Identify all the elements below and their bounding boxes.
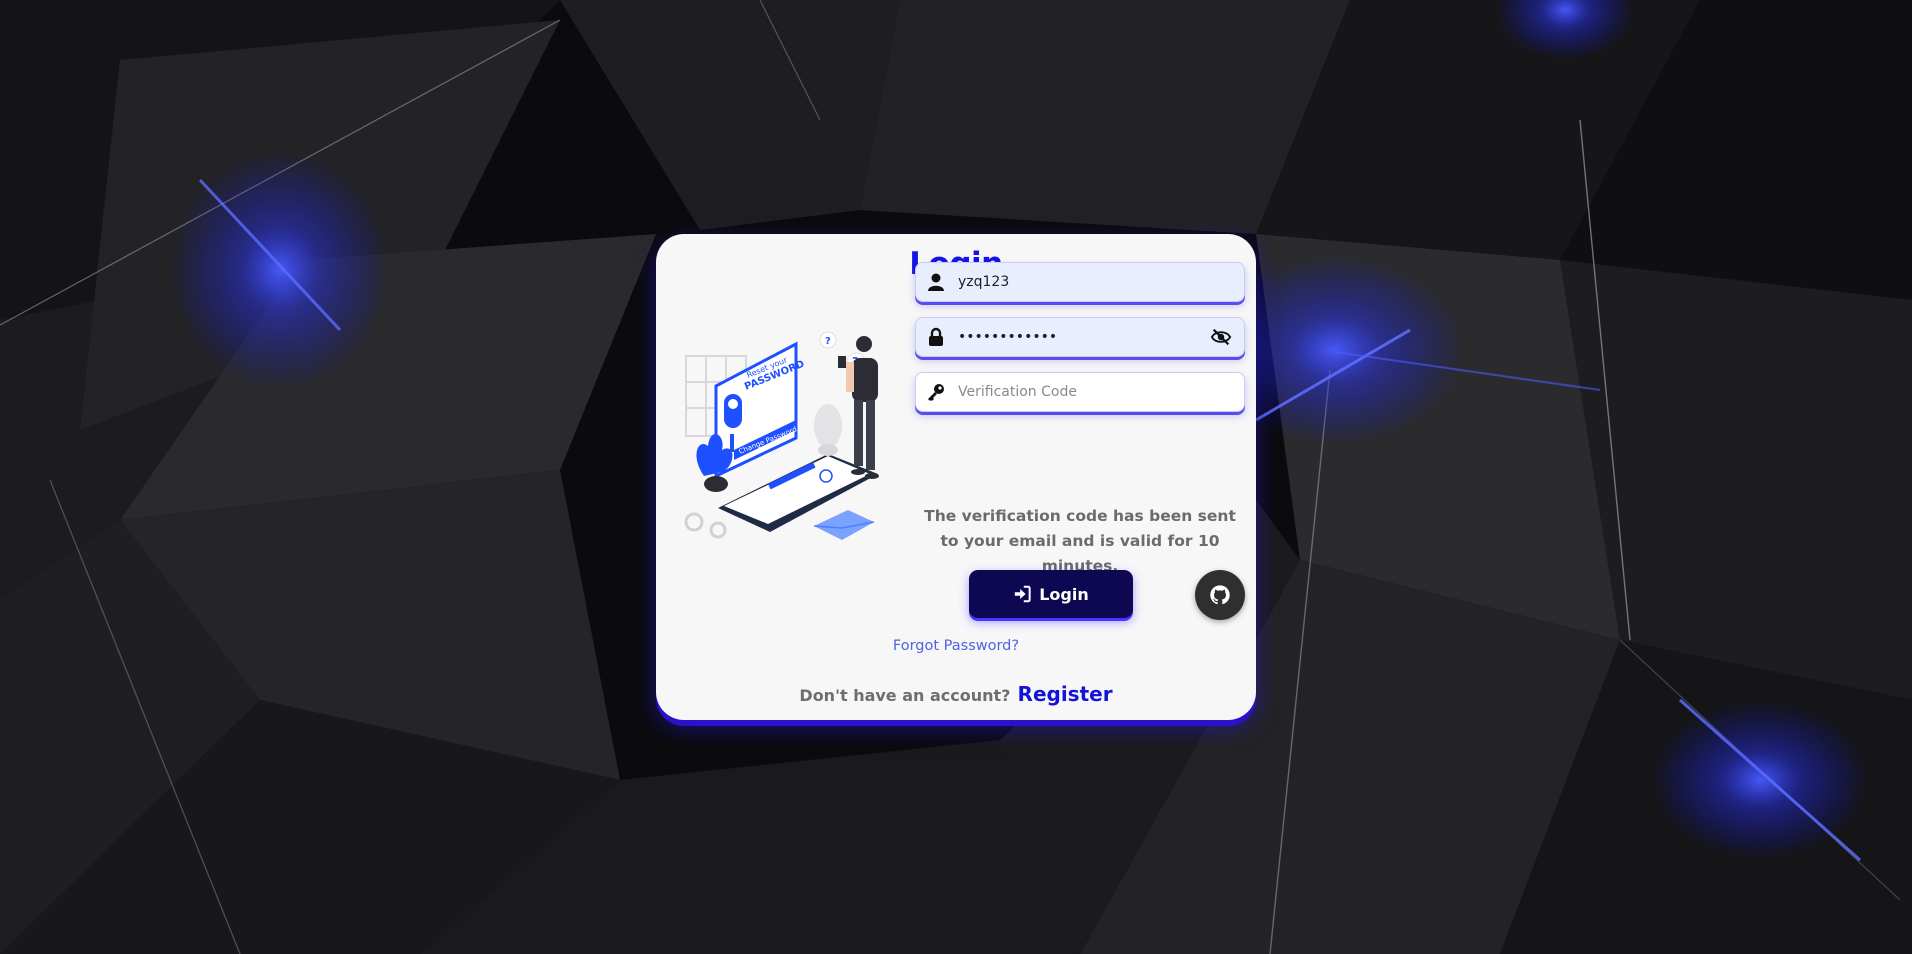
verification-code-input[interactable] [958,374,1244,410]
username-field[interactable] [915,262,1245,302]
reset-password-illustration: Reset your PASSWORD Change Password ? ? [684,331,879,540]
verification-note: The verification code has been sent to y… [924,507,1236,575]
github-login-button[interactable] [1195,570,1245,620]
github-icon [1210,585,1230,605]
password-input[interactable] [958,319,1210,355]
user-icon [928,273,944,291]
verification-code-field[interactable] [915,372,1245,412]
login-card: Login Reset your PASSWORD Change Passwor… [656,234,1256,720]
register-question: Don't have an account? [799,686,1011,705]
forgot-password-link[interactable]: Forgot Password? [656,638,1256,654]
password-field[interactable] [915,317,1245,357]
login-button-label: Login [1039,584,1089,604]
lock-icon [929,327,943,346]
register-prompt: Don't have an account? Register [656,682,1256,706]
login-button[interactable]: Login [969,570,1133,618]
eye-slash-icon[interactable] [1210,326,1232,348]
svg-text:?: ? [825,336,831,347]
sign-in-icon [1015,585,1031,603]
register-link[interactable]: Register [1018,682,1113,706]
username-input[interactable] [958,264,1244,300]
key-icon [928,384,944,401]
